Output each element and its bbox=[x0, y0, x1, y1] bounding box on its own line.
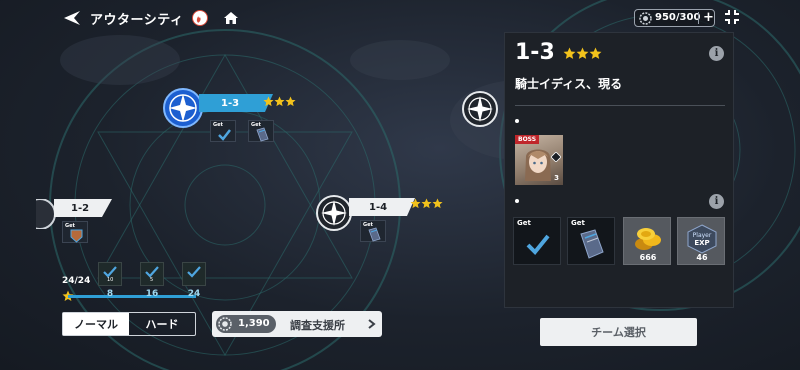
stage-1-4-banner[interactable]: 1-4 bbox=[349, 198, 407, 216]
detail-stage-number: 1-3 bbox=[515, 40, 555, 65]
check-icon bbox=[526, 234, 550, 255]
check-icon bbox=[187, 266, 201, 278]
reward-exp-card[interactable]: Player EXP 46 bbox=[677, 217, 725, 265]
milestone-reward-3[interactable] bbox=[182, 262, 206, 286]
stage-1-4-stars bbox=[410, 198, 443, 209]
stage-1-3-reward-check[interactable]: Get bbox=[210, 120, 236, 142]
boss-tag: BOSS bbox=[515, 135, 540, 144]
enemy-section-bullet bbox=[515, 119, 519, 123]
milestone-value: 24 bbox=[187, 289, 201, 299]
star-icon bbox=[432, 198, 443, 209]
star-icon bbox=[589, 47, 602, 59]
milestone-reward-2[interactable]: 5 bbox=[140, 262, 164, 286]
boss-portrait bbox=[525, 149, 551, 181]
next-stage-emblem[interactable] bbox=[462, 91, 498, 127]
reward-book-card[interactable]: Get bbox=[567, 217, 615, 265]
reward-info-icon[interactable]: i bbox=[709, 194, 724, 209]
milestone-reward-1[interactable]: 10 bbox=[98, 262, 122, 286]
star-icon bbox=[410, 198, 421, 209]
stamina-divider bbox=[698, 12, 699, 24]
back-arrow-icon[interactable] bbox=[62, 9, 82, 27]
player-exp-icon: Player EXP bbox=[687, 224, 717, 254]
expand-icon[interactable] bbox=[724, 9, 740, 25]
detail-stars bbox=[563, 47, 602, 60]
book-icon bbox=[580, 229, 604, 259]
stage-1-3-banner[interactable]: 1-3 bbox=[199, 94, 265, 112]
star-icon bbox=[563, 47, 576, 59]
star-icon bbox=[274, 96, 285, 107]
research-count: 1,390 bbox=[238, 318, 270, 329]
get-label: Get bbox=[517, 219, 531, 227]
progress-count: 24/24 bbox=[62, 276, 91, 286]
reward-section-bullet bbox=[515, 199, 519, 203]
tab-hard[interactable]: ハード bbox=[129, 313, 195, 335]
book-icon bbox=[368, 227, 381, 242]
stage-1-2-reward-emblem[interactable]: Get bbox=[62, 221, 88, 243]
gold-coins-icon bbox=[635, 228, 661, 250]
top-bar: アウターシティ 950/300 + bbox=[0, 0, 800, 36]
exp-icon-text-1: Player bbox=[693, 232, 712, 239]
emblem-icon bbox=[70, 229, 83, 243]
stage-detail-panel: 1-3 i 騎士イディス、現る BOSS 3 i Get Get 666 Pla… bbox=[504, 32, 734, 308]
reward-check-card[interactable]: Get bbox=[513, 217, 561, 265]
stamina-counter: 950/300 + bbox=[634, 9, 715, 27]
check-icon bbox=[218, 129, 231, 141]
star-icon bbox=[421, 198, 432, 209]
page-title: アウターシティ bbox=[90, 13, 184, 28]
stamina-value: 950/300 bbox=[655, 12, 701, 23]
boss-level: 3 bbox=[554, 174, 559, 182]
stage-1-2-label: 1-2 bbox=[71, 202, 90, 214]
stage-1-2-banner-tip bbox=[102, 199, 112, 217]
stage-1-4-reward-book[interactable]: Get bbox=[360, 220, 386, 242]
fire-icon[interactable] bbox=[192, 10, 208, 26]
stage-1-2-banner[interactable]: 1-2 bbox=[54, 199, 102, 217]
reward-quantity: 666 bbox=[639, 253, 657, 262]
milestone-mini-qty: 10 bbox=[107, 277, 114, 283]
progress-bar bbox=[68, 295, 196, 298]
info-icon[interactable]: i bbox=[709, 46, 724, 61]
stage-1-3-label: 1-3 bbox=[221, 97, 240, 109]
chevron-right-icon bbox=[368, 319, 376, 329]
reward-gold-card[interactable]: 666 bbox=[623, 217, 671, 265]
research-count-badge: 1,390 bbox=[216, 315, 276, 333]
star-icon bbox=[285, 96, 296, 107]
research-support-button[interactable]: 1,390 調査支援所 bbox=[212, 311, 382, 337]
get-label: Get bbox=[571, 219, 585, 227]
star-icon bbox=[263, 96, 274, 107]
stamina-add-button[interactable]: + bbox=[703, 10, 714, 25]
milestone-mini-qty: 5 bbox=[150, 277, 154, 283]
tab-normal[interactable]: ノーマル bbox=[63, 313, 129, 335]
milestone-value: 8 bbox=[106, 289, 114, 299]
team-select-button[interactable]: チーム選択 bbox=[540, 318, 697, 346]
stage-1-3-stars bbox=[263, 96, 296, 107]
home-icon[interactable] bbox=[223, 10, 239, 26]
gear-coin-icon bbox=[218, 317, 232, 331]
panel-divider bbox=[515, 105, 725, 106]
gear-coin-icon bbox=[639, 12, 652, 25]
detail-subtitle: 騎士イディス、現る bbox=[515, 77, 623, 91]
boss-card[interactable]: BOSS 3 bbox=[515, 135, 563, 185]
reward-quantity: 46 bbox=[696, 253, 708, 262]
stage-1-3-emblem[interactable] bbox=[163, 88, 203, 128]
milestone-value: 16 bbox=[145, 289, 159, 299]
research-label: 調査支援所 bbox=[290, 319, 345, 332]
stage-1-4-emblem[interactable] bbox=[316, 195, 352, 231]
class-icon bbox=[551, 152, 561, 162]
star-icon bbox=[576, 47, 589, 59]
exp-icon-text-2: EXP bbox=[694, 239, 709, 247]
stage-1-3-reward-book[interactable]: Get bbox=[248, 120, 274, 142]
difficulty-toggle: ノーマル ハード bbox=[62, 312, 196, 336]
stage-1-4-label: 1-4 bbox=[369, 201, 388, 213]
book-icon bbox=[256, 127, 269, 142]
